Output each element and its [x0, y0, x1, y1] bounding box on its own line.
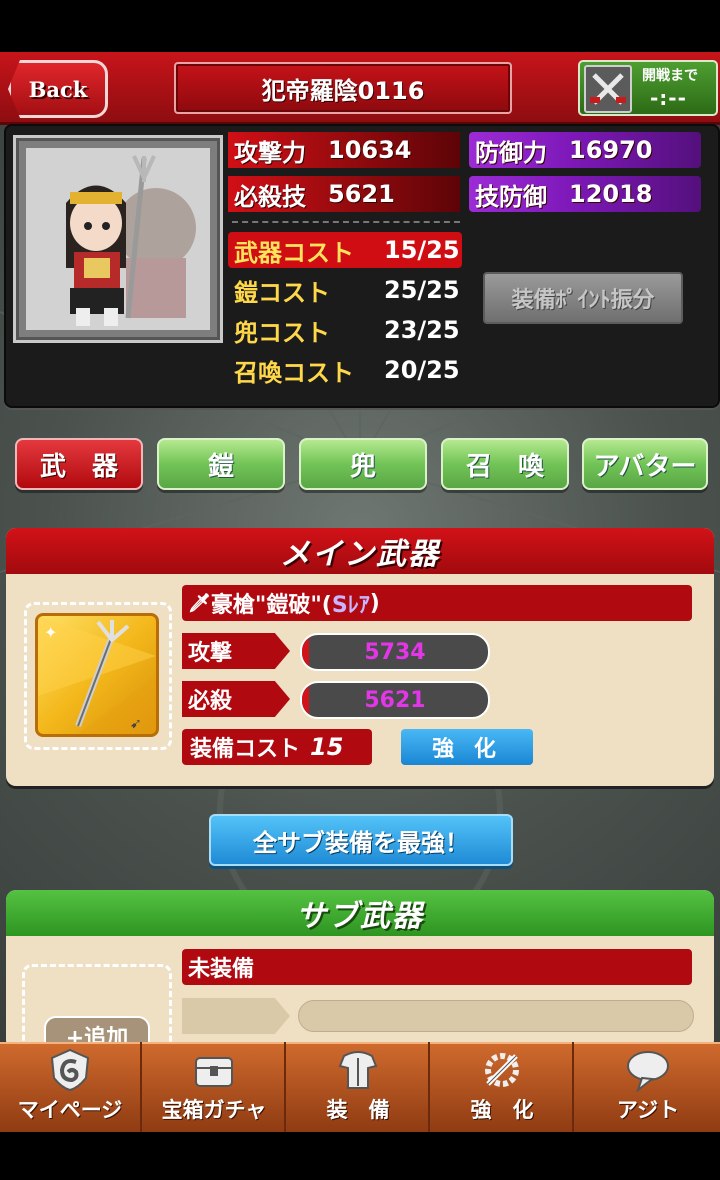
- tab-armor[interactable]: 鎧: [157, 438, 285, 490]
- main-weapon-title: メイン武器: [6, 528, 714, 574]
- nav-hideout[interactable]: アジト: [576, 1042, 720, 1132]
- summon-cost-row: 召喚コスト 20/25: [228, 352, 462, 388]
- mypage-icon: [50, 1048, 90, 1092]
- armor-cost-row: 鎧コスト 25/25: [228, 272, 462, 308]
- cost-label: 召喚コスト: [234, 358, 354, 387]
- weapon-attack-label: 攻撃: [182, 633, 290, 669]
- svg-text:✦: ✦: [44, 623, 57, 642]
- equip-cost-value: 15: [310, 733, 344, 761]
- tab-weapon[interactable]: 武 器: [15, 438, 143, 490]
- cost-value: 25/25: [384, 276, 460, 304]
- weapon-name-prefix: 豪槍"鎧破"(: [210, 593, 332, 618]
- battle-countdown-time: -:--: [650, 86, 687, 110]
- weapon-special-value: 5621: [364, 687, 426, 713]
- treasure-chest-icon: [195, 1057, 233, 1087]
- defense-stat: 防御力 16970: [469, 132, 701, 168]
- nav-label: 宝箱ガチャ: [161, 1098, 267, 1122]
- weapon-special-label: 必殺: [182, 681, 290, 717]
- sub-weapon-status: 未装備: [182, 949, 692, 985]
- tab-helmet[interactable]: 兜: [299, 438, 427, 490]
- nav-mypage[interactable]: マイページ: [0, 1042, 142, 1132]
- sword-gear-icon: [485, 1053, 519, 1087]
- status-bar: [0, 0, 720, 52]
- nav-equipment[interactable]: 装 備: [288, 1042, 430, 1132]
- helmet-cost-row: 兜コスト 23/25: [228, 312, 462, 348]
- cost-label: 武器コスト: [234, 238, 354, 267]
- weapon-special-bar: 5621: [300, 681, 490, 719]
- sub-weapon-empty-label: [182, 998, 290, 1034]
- avatar-frame: [13, 135, 223, 343]
- cost-value: 23/25: [384, 316, 460, 344]
- special-stat-label: 必殺技: [234, 182, 306, 211]
- attack-stat-value: 10634: [328, 136, 412, 164]
- special-stat-value: 5621: [328, 180, 395, 208]
- spear-icon: 🗡: [188, 592, 211, 614]
- main-weapon-slot[interactable]: ✦ ➹: [24, 602, 172, 750]
- defense-stat-value: 16970: [569, 136, 653, 164]
- sub-weapon-title: サブ武器: [6, 890, 714, 936]
- cost-label: 兜コスト: [234, 318, 330, 347]
- defense-stat-label: 防御力: [475, 138, 547, 167]
- nav-label: 強 化: [470, 1098, 534, 1122]
- nav-label: マイページ: [17, 1098, 123, 1122]
- nav-enhance[interactable]: 強 化: [432, 1042, 574, 1132]
- nav-treasure-gacha[interactable]: 宝箱ガチャ: [144, 1042, 286, 1132]
- weapon-attack-bar: 5734: [300, 633, 490, 671]
- equip-cost-label: 装備コスト: [190, 737, 301, 762]
- battle-timer-button[interactable]: 開戦まで -:--: [578, 60, 718, 116]
- svg-text:➹: ➹: [130, 716, 142, 732]
- battle-countdown-label: 開戦まで: [642, 68, 698, 84]
- trident-weapon-image: ✦ ➹: [35, 613, 159, 737]
- cost-value: 20/25: [384, 356, 460, 384]
- skill-defense-stat-value: 12018: [569, 180, 653, 208]
- skill-defense-stat: 技防御 12018: [469, 176, 701, 212]
- system-nav-area: [0, 1132, 720, 1180]
- enhance-weapon-button[interactable]: 強 化: [401, 729, 533, 765]
- weapon-rarity: Sﾚｱ: [331, 593, 370, 618]
- player-name: 犯帝羅陰0116: [174, 62, 512, 114]
- main-weapon-name: 🗡 豪槍"鎧破"(Sﾚｱ): [182, 585, 692, 621]
- tab-avatar[interactable]: アバター: [582, 438, 708, 490]
- speech-bubble-icon: [627, 1051, 669, 1092]
- weapon-name-suffix: ): [369, 590, 380, 616]
- stats-divider: [232, 221, 460, 223]
- armor-icon: [338, 1051, 378, 1089]
- attack-stat-label: 攻撃力: [234, 138, 306, 167]
- attack-stat: 攻撃力 10634: [228, 132, 460, 168]
- crossed-swords-icon: [584, 65, 632, 113]
- special-stat: 必殺技 5621: [228, 176, 460, 212]
- cost-label: 鎧コスト: [234, 278, 330, 307]
- tab-summon[interactable]: 召 喚: [441, 438, 569, 490]
- nav-label: アジト: [616, 1098, 680, 1122]
- skill-defense-stat-label: 技防御: [475, 182, 547, 211]
- max-all-sub-equipment-button[interactable]: 全サブ装備を最強！: [209, 814, 513, 866]
- sub-weapon-empty-bar: [298, 1000, 694, 1032]
- avatar: [26, 148, 210, 330]
- allocate-points-button[interactable]: 装備ﾎﾟｲﾝﾄ振分: [483, 272, 683, 324]
- equip-cost-badge: 装備コスト 15: [182, 729, 372, 765]
- weapon-attack-value: 5734: [364, 639, 426, 665]
- weapon-cost-row: 武器コスト 15/25: [228, 232, 462, 268]
- cost-value: 15/25: [384, 236, 460, 264]
- nav-label: 装 備: [326, 1098, 390, 1122]
- back-button[interactable]: Back: [8, 60, 108, 118]
